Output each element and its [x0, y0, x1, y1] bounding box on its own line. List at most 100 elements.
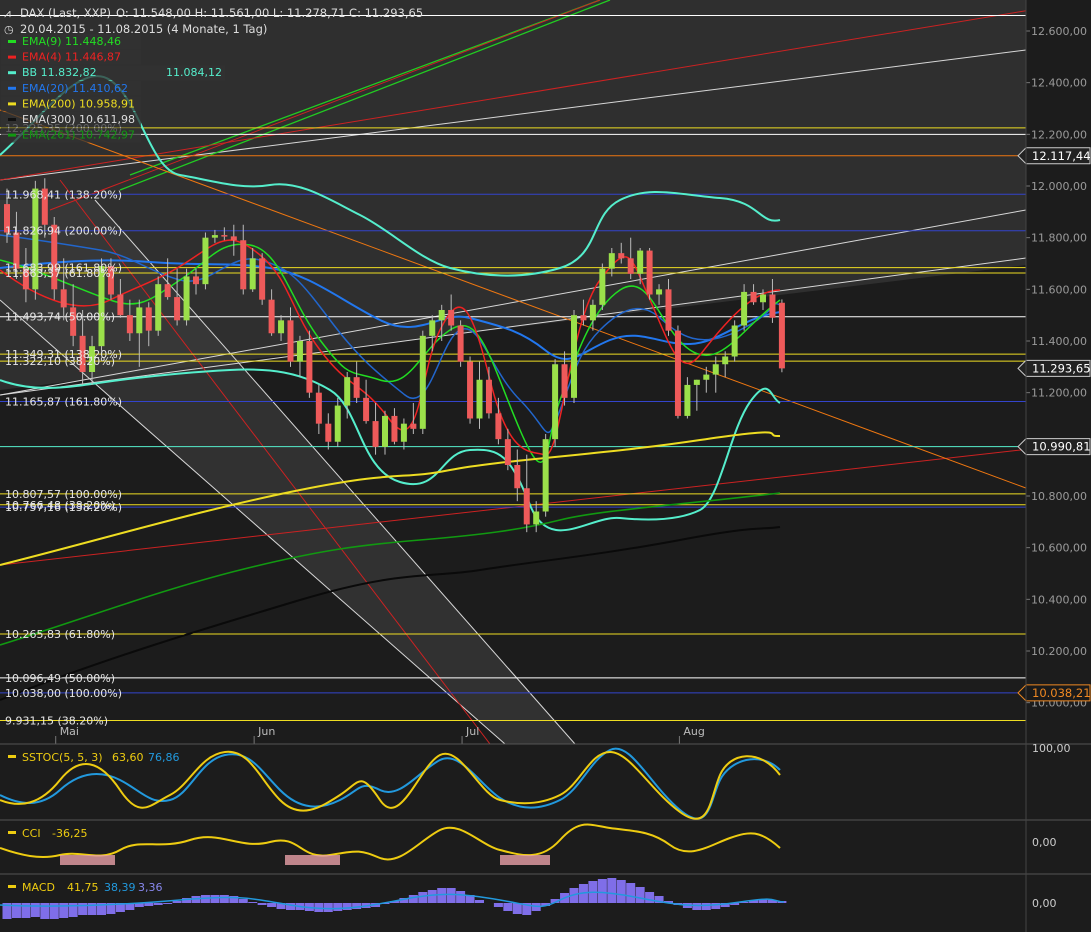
candle-body [211, 235, 218, 238]
candle-body [334, 405, 341, 442]
candle-body [467, 361, 474, 419]
candle-body [315, 392, 322, 424]
candle-body [599, 268, 606, 305]
candle-body [656, 289, 663, 295]
legend-label: EMA(9) 11.448,46 [22, 35, 121, 48]
y-tick-label: 10.200,00 [1031, 645, 1087, 658]
candle-body [589, 304, 596, 321]
fib-label: 10.096,49 (50.00%) [5, 672, 115, 685]
candle-body [485, 379, 492, 414]
y-tick-label: 12.200,00 [1031, 128, 1087, 141]
candle-body [268, 299, 275, 334]
macd-bar [475, 900, 484, 903]
macd-bar [427, 890, 437, 903]
y-tick-label: 12.400,00 [1031, 77, 1087, 90]
y-tick-label: 11.600,00 [1031, 283, 1087, 296]
candle-body [391, 415, 398, 442]
candle-body [202, 237, 209, 285]
sstoc-value-2: 76,86 [148, 751, 180, 764]
y-tick-label: 11.800,00 [1031, 232, 1087, 245]
legend-swatch [8, 102, 16, 106]
candle-body [457, 325, 464, 362]
macd-bar [626, 883, 636, 903]
y-tick-label: 11.200,00 [1031, 387, 1087, 400]
candle-body [353, 377, 360, 398]
candle-body [778, 302, 785, 369]
fib-label: 11.322,10 (38.20%) [5, 355, 115, 368]
instrument-title: DAX (Last, XXP) [20, 6, 111, 20]
candle-body [278, 320, 285, 334]
candle-body [504, 439, 511, 465]
y-tick-label: 10.400,00 [1031, 593, 1087, 606]
candle-body [552, 364, 559, 440]
candle-body [523, 488, 530, 525]
candle-body [741, 291, 748, 326]
macd-bar [248, 902, 258, 903]
macd-axis-label: 0,00 [1032, 897, 1057, 910]
legend-extra: 11.084,12 [166, 66, 222, 79]
fib-label: 11.826,94 (200.00%) [5, 225, 122, 238]
legend-swatch [8, 40, 16, 43]
candle-body [693, 379, 700, 385]
macd-bar [503, 903, 513, 911]
candle-body [306, 341, 313, 393]
candle-body [400, 423, 407, 442]
macd-bar [645, 892, 655, 903]
candle-body [419, 335, 426, 429]
candle-body [580, 315, 587, 321]
y-tick-label: 10.800,00 [1031, 490, 1087, 503]
cci-swatch [8, 831, 16, 834]
y-tick-label: 10.600,00 [1031, 542, 1087, 555]
macd-bar [210, 895, 220, 903]
candle-body [230, 236, 237, 241]
price-badge-label: 12.117,44 [1032, 149, 1091, 163]
candle-body [382, 415, 388, 447]
candle-body [240, 240, 247, 290]
macd-bar [219, 895, 229, 903]
y-tick-label: 12.600,00 [1031, 25, 1087, 38]
dax-chart[interactable]: 11.968,41 (138.20%) 11.826,94 (200.00%) 11… [0, 0, 1091, 932]
legend-label: EMA(4) 11.446,87 [22, 51, 121, 64]
candle-body [684, 384, 691, 416]
macd-bar [342, 903, 352, 910]
macd-bar [437, 888, 447, 903]
candle-body [712, 364, 719, 375]
candle-body [750, 291, 757, 303]
sstoc-value-1: 63,60 [112, 751, 144, 764]
candle-body [325, 423, 332, 442]
candle-body [637, 250, 644, 274]
candle-body [769, 294, 776, 318]
macd-value-3: 3,36 [138, 881, 163, 894]
fib-label: 11.968,41 (138.20%) [5, 188, 122, 201]
candle-body [136, 307, 143, 334]
macd-bar [607, 878, 617, 903]
legend-label: EMA(261) 10.742,97 [22, 129, 135, 142]
candle-body [722, 356, 729, 365]
candle-body [183, 276, 190, 321]
sstoc-axis-label: 100,00 [1032, 742, 1071, 755]
macd-bar [144, 903, 154, 906]
price-badge-label: 11.293,65 [1032, 361, 1091, 375]
macd-bar [172, 901, 182, 903]
macd-bar [257, 903, 267, 905]
candle-body [514, 465, 521, 489]
candle-body [126, 315, 133, 334]
candle-body [674, 330, 681, 416]
macd-bar [597, 879, 607, 903]
legend-swatch [8, 118, 16, 121]
legend-label: EMA(20) 11.410,62 [22, 82, 128, 95]
candle-body [372, 421, 379, 447]
candle-body [410, 423, 417, 429]
candle-body [533, 511, 540, 525]
legend-swatch [8, 55, 16, 59]
candle-body [703, 374, 710, 380]
macd-bar [153, 903, 163, 905]
candle-body [363, 397, 370, 422]
candle-body [646, 250, 653, 295]
price-badge-label: 10.990,81 [1032, 440, 1091, 454]
macd-label: MACD [22, 881, 55, 894]
fib-label: 11.493,74 (50.00%) [5, 311, 115, 324]
ohlc-values: O: 11.548,00 H: 11.561,00 L: 11.278,71 C… [116, 6, 423, 20]
candle-body [571, 315, 577, 398]
candle-body [760, 294, 766, 303]
